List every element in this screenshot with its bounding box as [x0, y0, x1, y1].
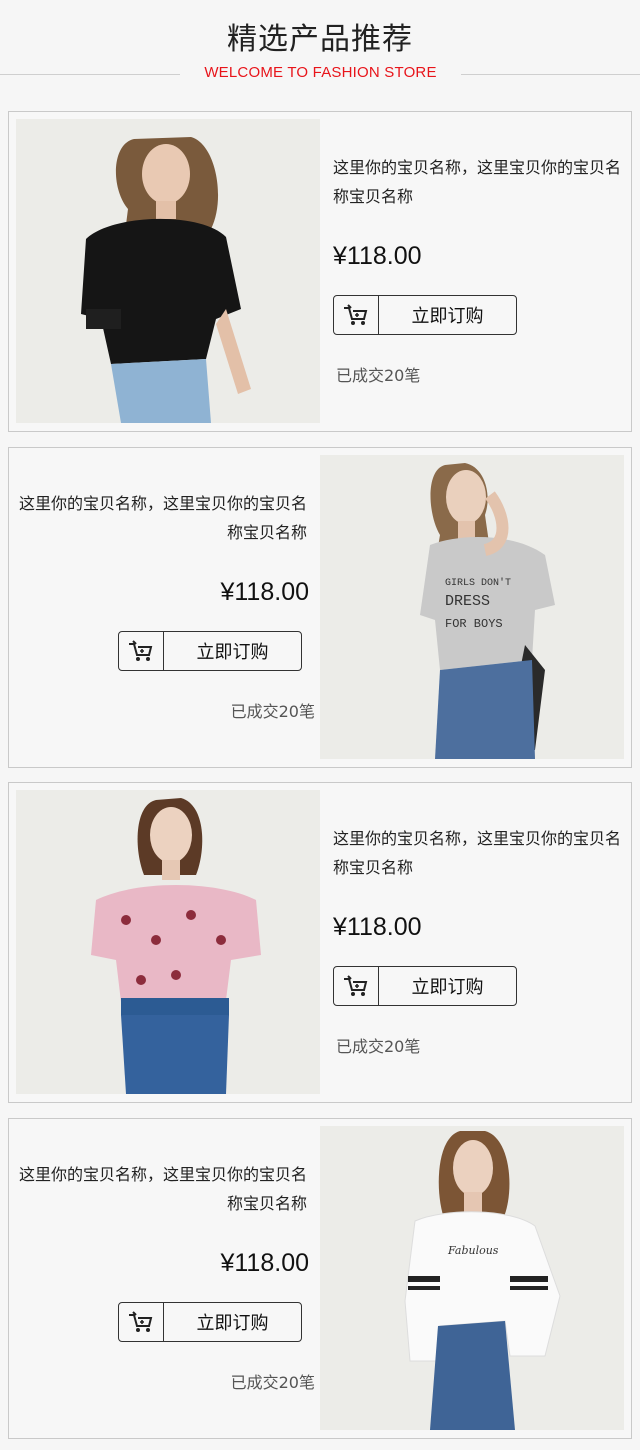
product-name[interactable]: 这里你的宝贝名称，这里宝贝你的宝贝名称宝贝名称	[333, 153, 625, 211]
product-price: ¥118.00	[220, 1249, 309, 1277]
sales-count: 已成交20笔	[336, 1037, 421, 1056]
product-card: 这里你的宝贝名称，这里宝贝你的宝贝名称宝贝名称 ¥118.00 立即订购 已成交…	[8, 782, 632, 1103]
product-name[interactable]: 这里你的宝贝名称，这里宝贝你的宝贝名称宝贝名称	[17, 1160, 307, 1218]
product-name[interactable]: 这里你的宝贝名称，这里宝贝你的宝贝名称宝贝名称	[17, 489, 307, 547]
order-now-button[interactable]: 立即订购	[118, 1302, 302, 1342]
divider-right	[461, 74, 640, 75]
order-now-button[interactable]: 立即订购	[118, 631, 302, 671]
order-now-label: 立即订购	[196, 1313, 269, 1334]
product-card: 这里你的宝贝名称，这里宝贝你的宝贝名称宝贝名称 ¥118.00 立即订购 已成交…	[8, 1118, 632, 1439]
divider-left	[0, 74, 180, 75]
product-card: 这里你的宝贝名称，这里宝贝你的宝贝名称宝贝名称 ¥118.00 立即订购 已成交…	[8, 447, 632, 768]
product-image[interactable]: GIRLS DON'T DRESS FOR BOYS	[320, 455, 624, 759]
sales-count: 已成交20笔	[336, 366, 421, 385]
sales-count: 已成交20笔	[230, 1373, 315, 1392]
cart-icon	[334, 296, 379, 334]
product-price: ¥118.00	[220, 578, 309, 606]
product-info: 这里你的宝贝名称，这里宝贝你的宝贝名称宝贝名称 ¥118.00 立即订购 已成交…	[333, 783, 633, 1102]
cart-icon	[119, 632, 164, 670]
sales-count: 已成交20笔	[230, 702, 315, 721]
order-now-label: 立即订购	[196, 642, 269, 663]
svg-text:DRESS: DRESS	[445, 593, 490, 610]
product-image[interactable]	[16, 119, 320, 423]
page-title: 精选产品推荐	[227, 22, 413, 57]
product-image[interactable]: Fabulous	[320, 1126, 624, 1430]
product-price: ¥118.00	[333, 242, 422, 270]
product-info: 这里你的宝贝名称，这里宝贝你的宝贝名称宝贝名称 ¥118.00 立即订购 已成交…	[17, 448, 317, 767]
order-now-label: 立即订购	[411, 306, 484, 327]
product-info: 这里你的宝贝名称，这里宝贝你的宝贝名称宝贝名称 ¥118.00 立即订购 已成交…	[17, 1119, 317, 1438]
product-card: 这里你的宝贝名称，这里宝贝你的宝贝名称宝贝名称 ¥118.00 立即订购 已成交…	[8, 111, 632, 432]
order-now-button[interactable]: 立即订购	[333, 966, 517, 1006]
section-header: 精选产品推荐 WELCOME TO FASHION STORE	[0, 0, 640, 103]
order-now-button[interactable]: 立即订购	[333, 295, 517, 335]
page-subtitle: WELCOME TO FASHION STORE	[204, 64, 437, 81]
cart-icon	[119, 1303, 164, 1341]
svg-text:GIRLS DON'T: GIRLS DON'T	[445, 577, 511, 589]
product-price: ¥118.00	[333, 913, 422, 941]
product-image[interactable]	[16, 790, 320, 1094]
subtitle-row: WELCOME TO FASHION STORE	[0, 64, 640, 84]
order-now-label: 立即订购	[411, 977, 484, 998]
product-name[interactable]: 这里你的宝贝名称，这里宝贝你的宝贝名称宝贝名称	[333, 824, 625, 882]
svg-text:FOR BOYS: FOR BOYS	[445, 617, 503, 631]
product-info: 这里你的宝贝名称，这里宝贝你的宝贝名称宝贝名称 ¥118.00 立即订购 已成交…	[333, 112, 633, 431]
svg-text:Fabulous: Fabulous	[447, 1244, 499, 1257]
cart-icon	[334, 967, 379, 1005]
